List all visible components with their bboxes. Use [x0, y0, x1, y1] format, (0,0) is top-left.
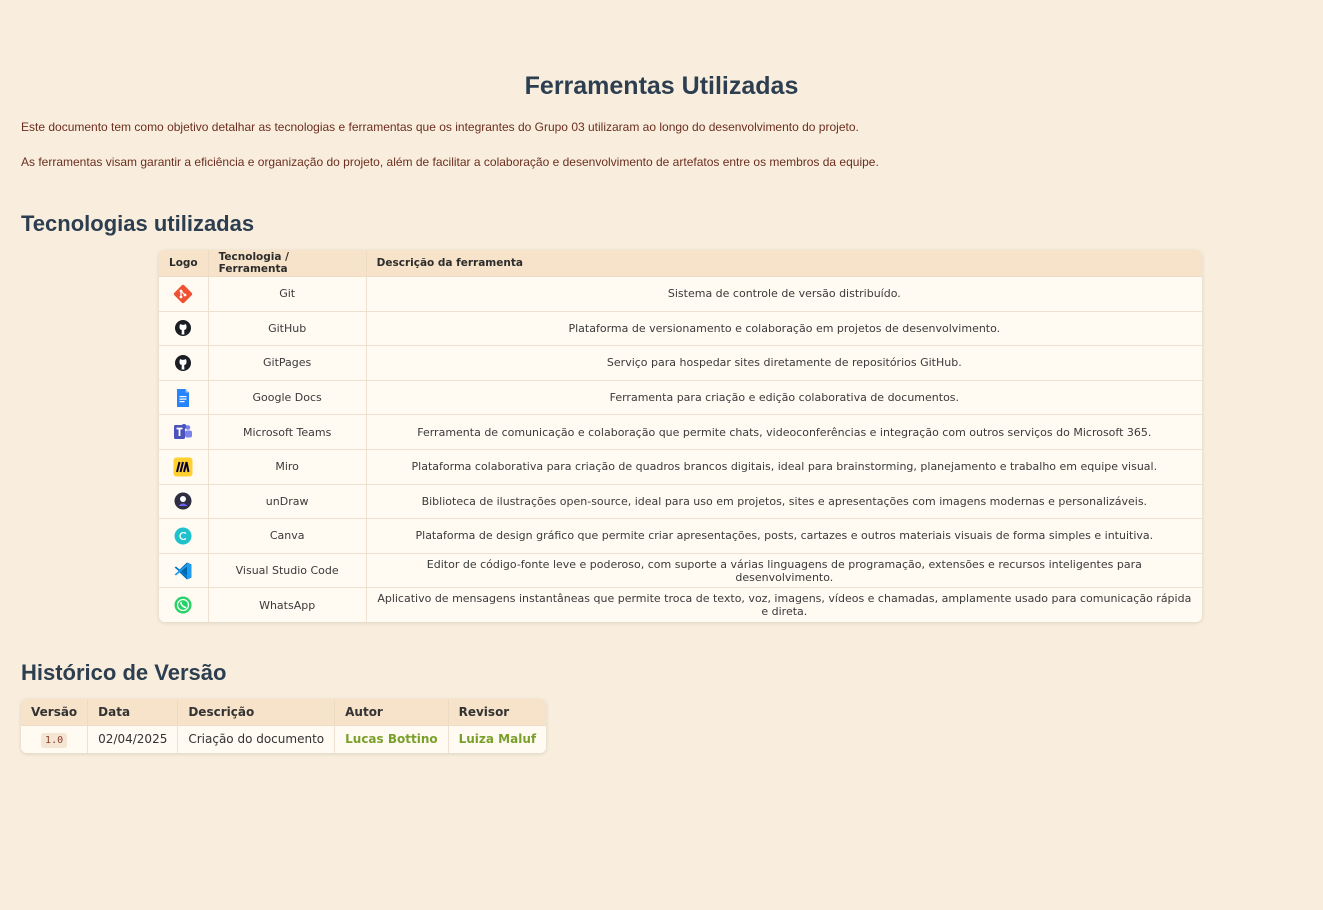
page-title: Ferramentas Utilizadas [524, 72, 799, 100]
canva-logo-icon [174, 527, 192, 545]
tool-description: Ferramenta para criação e edição colabor… [366, 380, 1202, 416]
history-table-header-row: Versão Data Descrição Autor Revisor [21, 698, 547, 726]
tool-description: Plataforma colaborativa para criação de … [366, 449, 1202, 485]
author-cell: Lucas Bottino [334, 725, 449, 753]
table-row: GitHub Plataforma de versionamento e col… [159, 311, 1202, 347]
logo-cell [159, 276, 209, 312]
google-docs-logo-icon [177, 388, 190, 407]
tool-name: Miro [208, 449, 367, 485]
document-page: Ferramentas Utilizadas Este documento te… [0, 0, 1323, 758]
header-reviewer: Revisor [448, 698, 547, 726]
tool-name: GitHub [208, 311, 367, 347]
history-table-container: Versão Data Descrição Autor Revisor 1.0 … [21, 698, 547, 753]
tool-description: Plataforma de design gráfico que permite… [366, 518, 1202, 554]
table-row: 1.0 02/04/2025 Criação do documento Luca… [21, 725, 547, 753]
history-table: Versão Data Descrição Autor Revisor 1.0 … [21, 698, 547, 753]
tool-description: Plataforma de versionamento e colaboraçã… [366, 311, 1202, 347]
author-link[interactable]: Lucas Bottino [345, 732, 437, 746]
tool-name: GitPages [208, 345, 367, 381]
table-row: Microsoft Teams Ferramenta de comunicaçã… [159, 414, 1202, 450]
version-code: 1.0 [41, 733, 68, 749]
miro-logo-icon [173, 457, 193, 477]
date-cell: 02/04/2025 [87, 725, 179, 753]
logo-cell [159, 345, 209, 381]
microsoft-teams-logo-icon [174, 424, 193, 440]
intro-paragraph-2: As ferramentas visam garantir a eficiênc… [21, 155, 879, 169]
tool-description: Biblioteca de ilustrações open-source, i… [366, 484, 1202, 520]
whatsapp-logo-icon [174, 596, 192, 614]
tools-table: Logo Tecnologia / Ferramenta Descrição d… [159, 250, 1202, 622]
logo-cell [159, 518, 209, 554]
header-version: Versão [21, 698, 89, 726]
tool-description: Sistema de controle de versão distribuíd… [366, 276, 1202, 312]
tool-description: Editor de código-fonte leve e poderoso, … [366, 553, 1202, 589]
version-cell: 1.0 [21, 725, 89, 753]
table-row: Git Sistema de controle de versão distri… [159, 276, 1202, 312]
undraw-logo-icon [174, 492, 192, 510]
logo-cell [159, 587, 209, 622]
history-section-title: Histórico de Versão [21, 659, 227, 685]
tool-description: Serviço para hospedar sites diretamente … [366, 345, 1202, 381]
vscode-logo-icon [174, 562, 192, 580]
tool-name: WhatsApp [208, 587, 367, 622]
tool-name: Git [208, 276, 367, 312]
header-logo: Logo [159, 250, 209, 277]
description-cell: Criação do documento [177, 725, 336, 753]
table-row: GitPages Serviço para hospedar sites dir… [159, 345, 1202, 381]
header-description: Descrição [177, 698, 336, 726]
logo-cell [159, 484, 209, 520]
github-logo-icon [175, 320, 192, 337]
table-row: unDraw Biblioteca de ilustrações open-so… [159, 484, 1202, 520]
logo-cell [159, 449, 209, 485]
tool-name: Google Docs [208, 380, 367, 416]
tool-description: Aplicativo de mensagens instantâneas que… [366, 587, 1202, 622]
tools-table-header-row: Logo Tecnologia / Ferramenta Descrição d… [159, 250, 1202, 277]
header-author: Autor [334, 698, 449, 726]
tool-name: Visual Studio Code [208, 553, 367, 589]
logo-cell [159, 553, 209, 589]
tools-table-container: Logo Tecnologia / Ferramenta Descrição d… [159, 250, 1202, 622]
tool-description: Ferramenta de comunicação e colaboração … [366, 414, 1202, 450]
header-description: Descrição da ferramenta [366, 250, 1202, 277]
table-row: Visual Studio Code Editor de código-font… [159, 553, 1202, 589]
table-row: Google Docs Ferramenta para criação e ed… [159, 380, 1202, 416]
table-row: Canva Plataforma de design gráfico que p… [159, 518, 1202, 554]
intro-paragraph-1: Este documento tem como objetivo detalha… [21, 120, 859, 134]
tool-name: Microsoft Teams [208, 414, 367, 450]
table-row: WhatsApp Aplicativo de mensagens instant… [159, 587, 1202, 622]
header-tool: Tecnologia / Ferramenta [208, 250, 367, 277]
reviewer-cell: Luiza Maluf [448, 725, 547, 753]
reviewer-link[interactable]: Luiza Maluf [459, 732, 536, 746]
git-logo-icon [174, 284, 193, 303]
tool-name: unDraw [208, 484, 367, 520]
header-date: Data [87, 698, 179, 726]
tools-section-title: Tecnologias utilizadas [21, 211, 255, 236]
github-logo-icon [175, 354, 192, 371]
logo-cell [159, 380, 209, 416]
table-row: Miro Plataforma colaborativa para criaçã… [159, 449, 1202, 485]
tool-name: Canva [208, 518, 367, 554]
logo-cell [159, 311, 209, 347]
logo-cell [159, 414, 209, 450]
